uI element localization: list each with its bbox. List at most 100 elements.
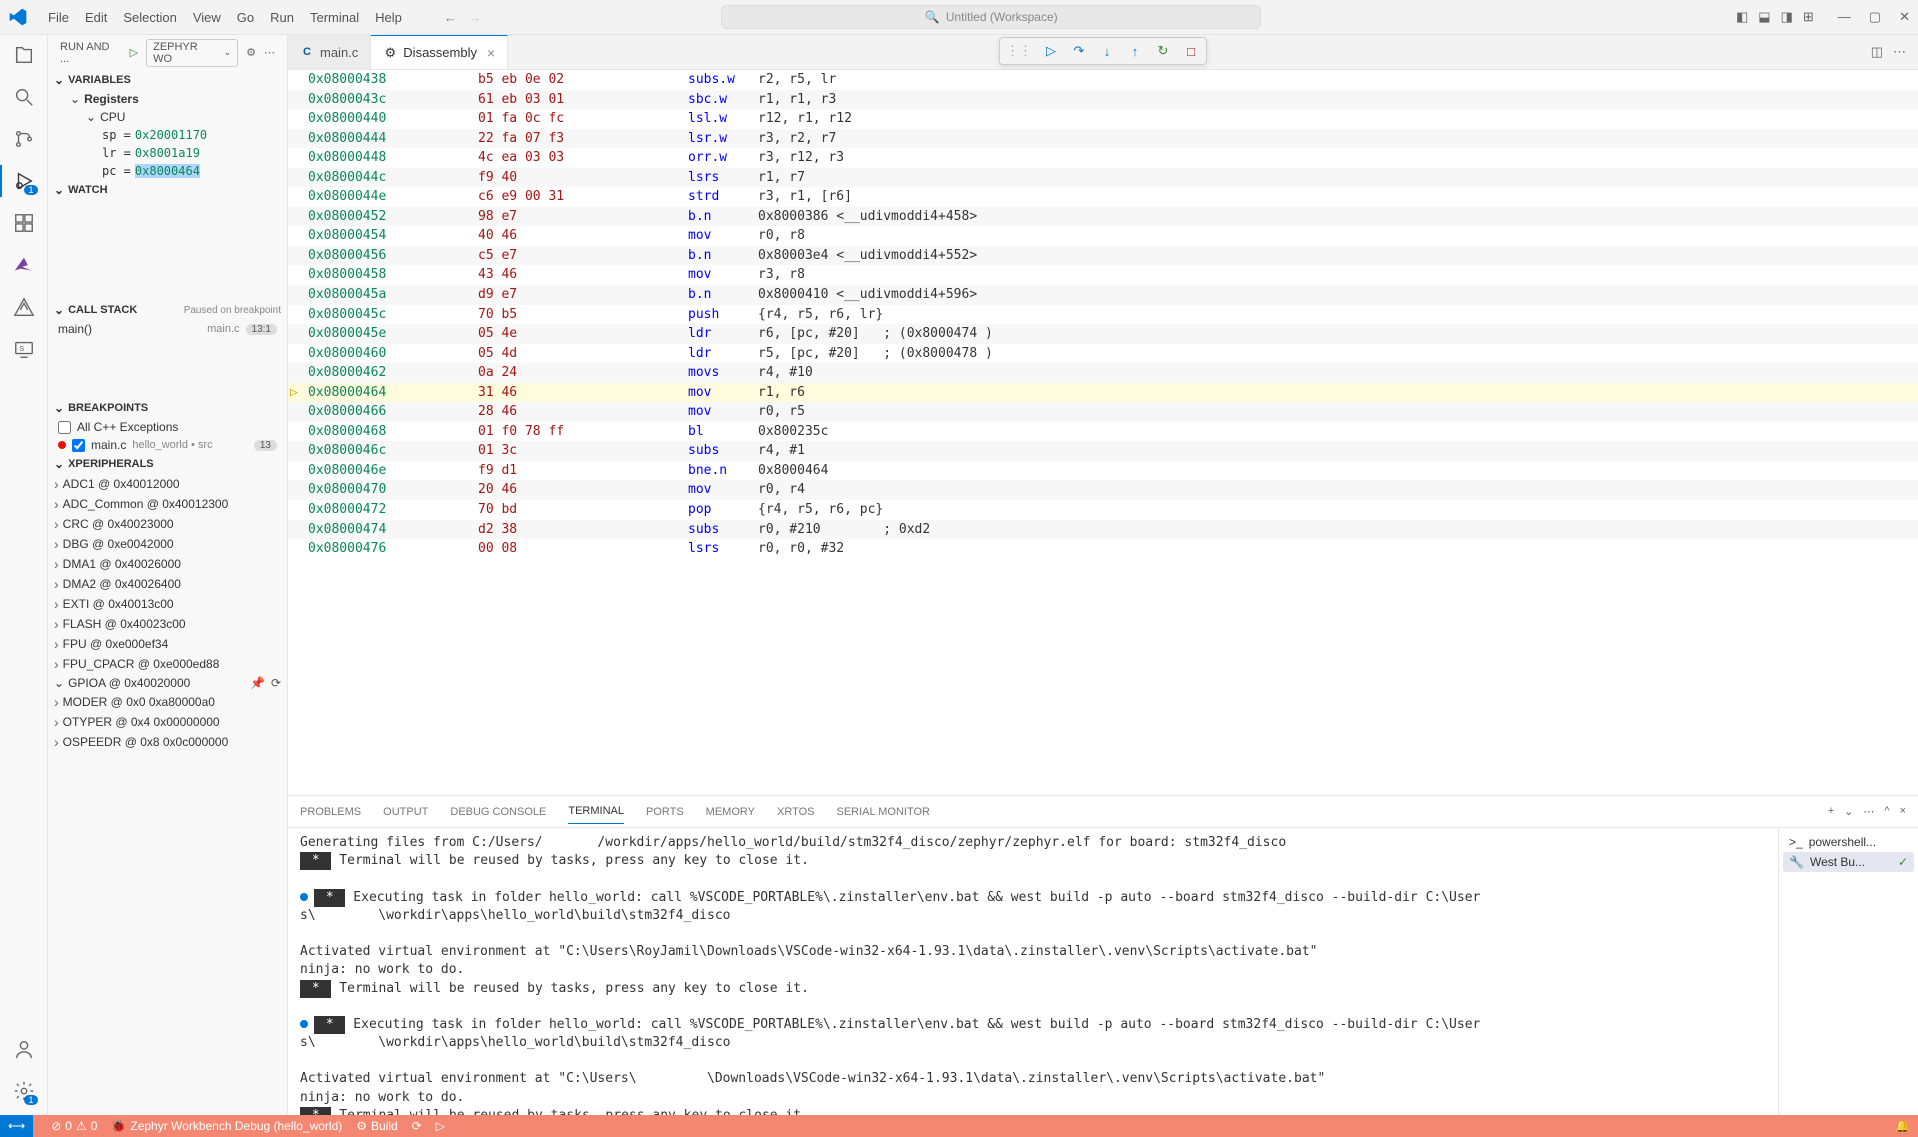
- disasm-line[interactable]: 0x0800045843 46movr3, r8: [288, 265, 1918, 285]
- forward-icon[interactable]: →: [469, 10, 482, 25]
- minimize-icon[interactable]: —: [1838, 9, 1851, 25]
- cpu-group[interactable]: CPU: [48, 108, 287, 126]
- step-into-icon[interactable]: ↓: [1098, 42, 1116, 60]
- maximize-icon[interactable]: ▢: [1869, 9, 1881, 25]
- stop-icon[interactable]: □: [1182, 42, 1200, 60]
- breakpoints-section[interactable]: BREAKPOINTS: [48, 398, 287, 418]
- menu-run[interactable]: Run: [262, 6, 302, 29]
- disasm-line[interactable]: 0x08000438b5 eb 0e 02subs.wr2, r5, lr: [288, 70, 1918, 90]
- panel-tab-problems[interactable]: PROBLEMS: [300, 800, 361, 824]
- peripheral-item[interactable]: DMA2 @ 0x40026400: [48, 574, 287, 594]
- disasm-line[interactable]: 0x0800043c61 eb 03 01sbc.wr1, r1, r3: [288, 90, 1918, 110]
- menu-help[interactable]: Help: [367, 6, 410, 29]
- disasm-line[interactable]: 0x0800047600 08lsrsr0, r0, #32: [288, 539, 1918, 559]
- disasm-line[interactable]: 0x080004484c ea 03 03orr.wr3, r12, r3: [288, 148, 1918, 168]
- zephyr-icon[interactable]: [12, 253, 36, 277]
- breakpoint-checkbox[interactable]: [72, 439, 85, 452]
- notifications-icon[interactable]: 🔔: [1895, 1119, 1910, 1133]
- disasm-line[interactable]: 0x0800045298 e7b.n0x8000386 <__udivmoddi…: [288, 207, 1918, 227]
- breakpoint-checkbox[interactable]: [58, 421, 71, 434]
- menu-go[interactable]: Go: [229, 6, 262, 29]
- disasm-line[interactable]: 0x0800045c70 b5push{r4, r5, r6, lr}: [288, 305, 1918, 325]
- callstack-section[interactable]: CALL STACKPaused on breakpoint: [48, 300, 287, 320]
- menu-file[interactable]: File: [40, 6, 77, 29]
- panel-tab-output[interactable]: OUTPUT: [383, 800, 428, 824]
- peripheral-item[interactable]: CRC @ 0x40023000: [48, 514, 287, 534]
- accounts-icon[interactable]: [12, 1037, 36, 1061]
- registers-group[interactable]: Registers: [48, 90, 287, 108]
- back-icon[interactable]: ←: [444, 10, 457, 25]
- sync-icon[interactable]: ⟳: [412, 1119, 422, 1133]
- disasm-line[interactable]: 0x0800046c01 3csubsr4, #1: [288, 441, 1918, 461]
- settings-gear-icon[interactable]: 1: [12, 1079, 36, 1103]
- panel-tab-memory[interactable]: MEMORY: [706, 800, 755, 824]
- menu-selection[interactable]: Selection: [115, 6, 184, 29]
- disasm-line[interactable]: 0x080004620a 24movsr4, #10: [288, 363, 1918, 383]
- layout-panel-icon[interactable]: ⬓: [1758, 9, 1770, 25]
- disasm-line[interactable]: 0x0800047020 46movr0, r4: [288, 480, 1918, 500]
- debug-config-dropdown[interactable]: Zephyr Wo⌄: [146, 39, 238, 67]
- errors-status[interactable]: ⊘0⚠0: [51, 1119, 97, 1133]
- peripheral-item[interactable]: ADC1 @ 0x40012000: [48, 474, 287, 494]
- panel-more-icon[interactable]: ⋯: [1863, 805, 1874, 818]
- callstack-frame[interactable]: main()main.c13:1: [48, 320, 287, 338]
- layout-secondary-icon[interactable]: ◨: [1781, 9, 1793, 25]
- peripheral-item[interactable]: FLASH @ 0x40023c00: [48, 614, 287, 634]
- disasm-line[interactable]: 0x0800046801 f0 78 ffbl0x800235c: [288, 422, 1918, 442]
- panel-tab-ports[interactable]: PORTS: [646, 800, 684, 824]
- variables-section[interactable]: VARIABLES: [48, 70, 287, 90]
- terminal-instance[interactable]: >_powershell...: [1783, 832, 1914, 852]
- remote-indicator[interactable]: ⟷: [0, 1115, 33, 1137]
- panel-tab-xrtos[interactable]: XRTOS: [777, 800, 815, 824]
- search-activity-icon[interactable]: [12, 85, 36, 109]
- tab-main.c[interactable]: Cmain.c: [288, 35, 371, 69]
- menu-view[interactable]: View: [185, 6, 229, 29]
- run-icon[interactable]: ▷: [436, 1119, 445, 1133]
- close-tab-icon[interactable]: ×: [487, 45, 495, 61]
- disasm-line[interactable]: 0x0800045440 46movr0, r8: [288, 226, 1918, 246]
- disasm-line[interactable]: 0x08000456c5 e7b.n0x80003e4 <__udivmoddi…: [288, 246, 1918, 266]
- menu-edit[interactable]: Edit: [77, 6, 115, 29]
- disasm-line[interactable]: 0x0800046ef9 d1bne.n0x8000464: [288, 461, 1918, 481]
- monitor-icon[interactable]: S: [12, 337, 36, 361]
- watch-section[interactable]: WATCH: [48, 180, 287, 200]
- build-status[interactable]: ⚙Build: [356, 1119, 397, 1133]
- layout-primary-icon[interactable]: ◧: [1736, 9, 1748, 25]
- step-over-icon[interactable]: ↷: [1070, 42, 1088, 60]
- step-out-icon[interactable]: ↑: [1126, 42, 1144, 60]
- panel-tab-debug-console[interactable]: DEBUG CONSOLE: [450, 800, 546, 824]
- tab-more-icon[interactable]: ⋯: [1893, 44, 1906, 60]
- register-pc[interactable]: pc = 0x8000464: [48, 162, 287, 180]
- command-center[interactable]: 🔍 Untitled (Workspace): [721, 5, 1261, 29]
- disasm-line[interactable]: 0x0800044cf9 40lsrsr1, r7: [288, 168, 1918, 188]
- panel-tab-terminal[interactable]: TERMINAL: [568, 799, 624, 824]
- debug-status[interactable]: 🐞Zephyr Workbench Debug (hello_world): [111, 1119, 342, 1133]
- gear-icon[interactable]: ⚙: [246, 46, 256, 59]
- split-icon[interactable]: ◫: [1871, 44, 1883, 60]
- new-terminal-icon[interactable]: +: [1828, 805, 1834, 818]
- extensions-icon[interactable]: [12, 211, 36, 235]
- refresh-icon[interactable]: ⟳: [271, 676, 281, 690]
- breakpoint-row[interactable]: main.chello_world • src13: [48, 436, 287, 454]
- disasm-line[interactable]: 0x0800045e05 4eldrr6, [pc, #20] ; (0x800…: [288, 324, 1918, 344]
- disasm-line[interactable]: 0x08000474d2 38subsr0, #210 ; 0xd2: [288, 520, 1918, 540]
- disasm-line[interactable]: 0x0800044ec6 e9 00 31strdr3, r1, [r6]: [288, 187, 1918, 207]
- drag-handle-icon[interactable]: ⋮⋮: [1006, 43, 1032, 59]
- peripheral-item[interactable]: EXTI @ 0x40013c00: [48, 594, 287, 614]
- layout-customize-icon[interactable]: ⊞: [1803, 9, 1814, 25]
- close-panel-icon[interactable]: ×: [1900, 805, 1906, 818]
- disasm-line[interactable]: 0x0800044001 fa 0c fclsl.wr12, r1, r12: [288, 109, 1918, 129]
- disasm-line[interactable]: 0x0800046005 4dldrr5, [pc, #20] ; (0x800…: [288, 344, 1918, 364]
- peripheral-item[interactable]: DMA1 @ 0x40026000: [48, 554, 287, 574]
- more-icon[interactable]: ⋯: [264, 46, 275, 59]
- pin-icon[interactable]: 📌: [250, 676, 265, 690]
- maximize-panel-icon[interactable]: ^: [1884, 805, 1889, 818]
- disasm-line[interactable]: ▷0x0800046431 46movr1, r6: [288, 383, 1918, 403]
- continue-icon[interactable]: ▷: [1042, 42, 1060, 60]
- source-control-icon[interactable]: [12, 127, 36, 151]
- peripheral-register[interactable]: OTYPER @ 0x4 0x00000000: [48, 712, 287, 732]
- xperipherals-section[interactable]: XPERIPHERALS: [48, 454, 287, 474]
- triangle-icon[interactable]: [12, 295, 36, 319]
- explorer-icon[interactable]: [12, 43, 36, 67]
- disasm-line[interactable]: 0x0800044422 fa 07 f3lsr.wr3, r2, r7: [288, 129, 1918, 149]
